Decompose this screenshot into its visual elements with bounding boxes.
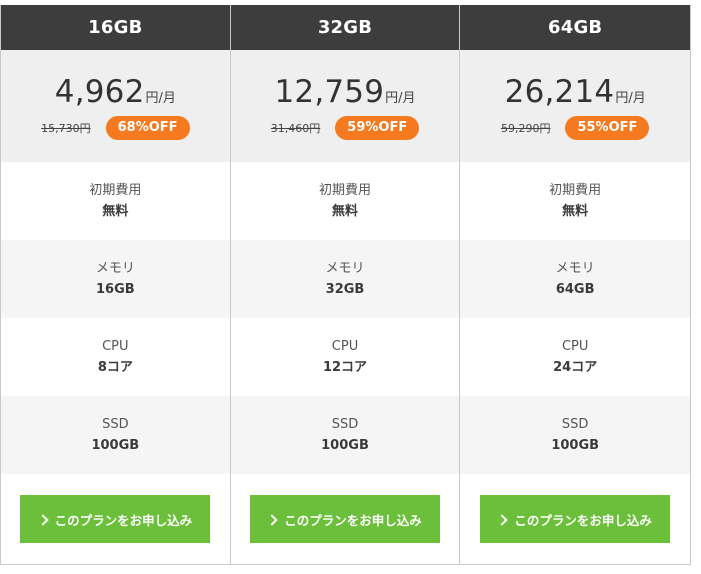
spec-value: 24コア <box>553 359 598 375</box>
discount-row: 15,730円 68%OFF <box>41 116 190 140</box>
price-row: 4,962 円/月 <box>55 74 176 110</box>
spec-value: 16GB <box>96 281 135 297</box>
price-unit: 円/月 <box>615 91 646 106</box>
spec-label: メモリ <box>555 260 595 276</box>
spec-label: メモリ <box>325 260 365 276</box>
discount-badge: 68%OFF <box>105 116 190 140</box>
spec-label: CPU <box>102 338 129 354</box>
plan-title: 32GB <box>230 5 460 50</box>
price-unit: 円/月 <box>145 91 176 106</box>
original-price: 59,290円 <box>500 122 551 135</box>
spec-value: 無料 <box>102 203 129 219</box>
price-box: 26,214 円/月 59,290円 55%OFF <box>460 50 691 162</box>
plan-title: 16GB <box>1 5 230 50</box>
monthly-price: 26,214 <box>504 74 615 110</box>
spec-initial-fee: 初期費用 無料 <box>460 162 690 240</box>
spec-initial-fee: 初期費用 無料 <box>1 162 230 240</box>
spec-cpu: CPU 8コア <box>1 318 230 396</box>
apply-plan-label: このプランをお申し込み <box>514 512 652 528</box>
original-price: 31,460円 <box>270 122 321 135</box>
spec-value: 12コア <box>322 359 368 375</box>
spec-label: 初期費用 <box>549 182 602 198</box>
monthly-price: 12,759 <box>274 74 385 110</box>
spec-memory: メモリ 64GB <box>460 240 691 318</box>
chevron-right-icon <box>36 513 49 526</box>
price-row: 12,759 円/月 <box>274 74 415 110</box>
spec-label: メモリ <box>95 260 135 276</box>
spec-label: 初期費用 <box>319 182 372 198</box>
spec-label: SSD <box>331 416 359 432</box>
spec-memory: メモリ 16GB <box>1 240 230 318</box>
spec-value: 100GB <box>91 437 140 453</box>
spec-label: SSD <box>102 416 129 432</box>
apply-plan-button[interactable]: このプランをお申し込み <box>480 495 671 543</box>
spec-value: 8コア <box>97 359 133 375</box>
price-unit: 円/月 <box>385 91 416 106</box>
spec-value: 32GB <box>325 281 365 297</box>
cta-area: このプランをお申し込み <box>460 474 690 564</box>
spec-label: 初期費用 <box>89 182 142 198</box>
discount-row: 59,290円 55%OFF <box>500 116 650 140</box>
apply-plan-button[interactable]: このプランをお申し込み <box>250 495 440 543</box>
spec-memory: メモリ 32GB <box>230 240 460 318</box>
apply-plan-label: このプランをお申し込み <box>54 512 193 528</box>
spec-ssd: SSD 100GB <box>230 396 460 474</box>
spec-ssd: SSD 100GB <box>460 396 691 474</box>
spec-value: 無料 <box>562 203 589 219</box>
cta-area: このプランをお申し込み <box>1 474 230 564</box>
chevron-right-icon <box>496 513 509 526</box>
discount-badge: 55%OFF <box>565 116 650 140</box>
spec-label: SSD <box>561 416 589 432</box>
spec-value: 100GB <box>551 437 600 453</box>
spec-value: 100GB <box>321 437 369 453</box>
spec-cpu: CPU 12コア <box>231 318 460 396</box>
monthly-price: 4,962 <box>54 74 145 110</box>
spec-ssd: SSD 100GB <box>1 396 230 474</box>
discount-badge: 59%OFF <box>335 116 420 140</box>
spec-value: 64GB <box>555 281 595 297</box>
discount-row: 31,460円 59%OFF <box>270 116 420 140</box>
plan-column-32gb: 32GB 12,759 円/月 31,460円 59%OFF 初期費用 無料 メ… <box>230 5 461 564</box>
chevron-right-icon <box>266 513 278 526</box>
apply-plan-button[interactable]: このプランをお申し込み <box>20 495 211 543</box>
spec-initial-fee: 初期費用 無料 <box>231 162 460 240</box>
apply-plan-label: このプランをお申し込み <box>284 512 422 528</box>
price-box: 12,759 円/月 31,460円 59%OFF <box>230 50 460 162</box>
spec-value: 無料 <box>332 203 359 219</box>
spec-label: CPU <box>561 338 589 354</box>
pricing-table: 16GB 4,962 円/月 15,730円 68%OFF 初期費用 無料 メモ… <box>0 5 691 565</box>
cta-area: このプランをお申し込み <box>231 474 460 564</box>
price-box: 4,962 円/月 15,730円 68%OFF <box>1 50 230 162</box>
spec-cpu: CPU 24コア <box>460 318 690 396</box>
spec-label: CPU <box>331 338 359 354</box>
price-row: 26,214 円/月 <box>505 74 646 110</box>
plan-column-64gb: 64GB 26,214 円/月 59,290円 55%OFF 初期費用 無料 メ… <box>460 5 691 564</box>
plan-column-16gb: 16GB 4,962 円/月 15,730円 68%OFF 初期費用 無料 メモ… <box>1 5 231 564</box>
plan-title: 64GB <box>460 5 691 50</box>
original-price: 15,730円 <box>41 122 91 135</box>
